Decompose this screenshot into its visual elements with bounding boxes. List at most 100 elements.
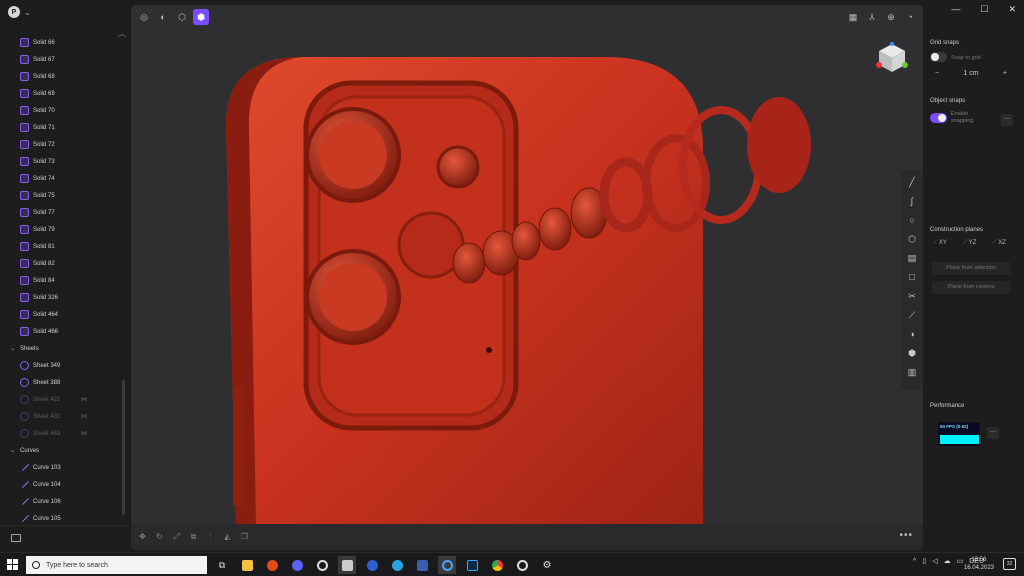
axes-icon[interactable]: ⅄ [864,9,880,25]
plane-xy[interactable]: XY [933,240,947,247]
solid-row[interactable]: Solid 75 [0,187,126,204]
sheet-row[interactable]: Sheet 349 [0,357,126,374]
discord-icon[interactable] [288,556,306,574]
sheets-group[interactable]: ⌄ Sheets [0,340,126,357]
avatar[interactable]: P [8,6,20,18]
solid-row[interactable]: Solid 466 [0,323,126,340]
network-icon[interactable]: ▭ [957,557,964,565]
cube-outline-icon[interactable]: ⬡ [174,9,190,25]
copy-icon[interactable]: ⧉ [187,530,200,543]
account-menu[interactable]: P ⌄ [8,6,31,18]
view-cube[interactable] [873,40,911,78]
grid-size-value[interactable]: 1 cm [963,70,978,77]
maximize-icon[interactable]: ☐ [980,4,988,15]
folder-icon[interactable] [11,534,21,542]
curves-group[interactable]: ⌄ Curves [0,442,126,459]
solid-row[interactable]: Solid 79 [0,221,126,238]
curve-row[interactable]: Curve 104 [0,476,126,493]
curve-tool-icon[interactable]: ∫ [904,193,920,209]
windows-start-icon[interactable] [7,559,18,570]
performance-options-button[interactable]: ... [987,427,999,439]
solid-row[interactable]: Solid 72 [0,136,126,153]
target-icon[interactable]: ◎ [136,9,152,25]
app-icon-4[interactable] [413,556,431,574]
clock[interactable]: 13:56 16.04.2023 [964,556,994,572]
solid-row[interactable]: Solid 82 [0,255,126,272]
solid-row[interactable]: Solid 326 [0,289,126,306]
app-icon-6[interactable] [513,556,531,574]
app-icon-2[interactable] [313,556,331,574]
increase-button[interactable]: + [1003,70,1007,77]
decrease-button[interactable]: − [935,70,939,77]
chevron-down-icon[interactable]: ⌄ [10,447,15,454]
cube-solid-icon[interactable]: ⬢ [193,9,209,25]
solid-row[interactable]: Solid 74 [0,170,126,187]
app-icon-3[interactable] [363,556,381,574]
solid-row[interactable]: Solid 71 [0,119,126,136]
volume-icon[interactable]: ◁ [932,557,937,565]
chevron-down-icon[interactable]: ⌄ [10,345,15,352]
telegram-icon[interactable] [388,556,406,574]
curve-row[interactable]: Curve 103 [0,459,126,476]
grid-size-stepper[interactable]: − 1 cm + [930,66,1012,80]
measure-icon[interactable]: ⟋ [904,307,920,323]
polygon-tool-icon[interactable]: ⬡ [904,231,920,247]
scale-icon[interactable]: ⤢ [170,530,183,543]
more-options-button[interactable]: ••• [899,530,913,541]
minimize-icon[interactable]: — [951,4,960,15]
database-tool-icon[interactable]: ▥ [904,364,920,380]
solid-row[interactable]: Solid 70 [0,102,126,119]
phone-model-render[interactable] [131,5,923,550]
move-icon[interactable]: ✥ [136,530,149,543]
taskbar-search[interactable]: Type here to search [26,556,207,574]
solid-row[interactable]: Solid 66 [0,34,126,51]
plane-yz[interactable]: YZ [963,240,977,247]
sheet-row[interactable]: Sheet 432 ⋈ [0,408,126,425]
sheet-row[interactable]: Sheet 388 [0,374,126,391]
rotate-icon[interactable]: ↻ [153,530,166,543]
solid-row[interactable]: Solid 77 [0,204,126,221]
solid-row[interactable]: Solid 69 [0,85,126,102]
snapping-options-button[interactable]: ... [1001,114,1013,126]
app-icon-5[interactable] [438,556,456,574]
solid-row[interactable]: Solid 67 [0,51,126,68]
curve-row[interactable]: Curve 106 [0,493,126,510]
plane-from-camera-button[interactable]: Plane from camera [932,281,1010,294]
cylinder-tool-icon[interactable]: ▤ [904,250,920,266]
plane-from-selection-button[interactable]: Plane from selection [932,262,1010,275]
chrome-icon[interactable] [488,556,506,574]
align-icon[interactable]: ⫶ [204,530,217,543]
tree-scrollbar[interactable] [122,380,125,515]
enable-snapping-toggle[interactable] [930,113,947,123]
task-view-icon[interactable]: ⧉ [213,556,231,574]
hidden-eye-icon[interactable]: ⋈ [81,396,87,403]
solid-row[interactable]: Solid 81 [0,238,126,255]
chevron-up-icon[interactable]: ^ [913,558,916,565]
plane-xz[interactable]: XZ [992,240,1006,247]
settings-icon[interactable]: ⚙ [538,556,556,574]
chevron-down-icon[interactable]: ⌄ [24,8,31,17]
camera-icon[interactable]: ◔ [902,9,918,25]
duplicate-icon[interactable]: ❐ [238,530,251,543]
file-explorer-icon[interactable] [238,556,256,574]
rectangle-tool-icon[interactable]: □ [904,269,920,285]
solid-row[interactable]: Solid 68 [0,68,126,85]
line-tool-icon[interactable]: ╱ [904,174,920,190]
sheet-row[interactable]: Sheet 463 ⋈ [0,425,126,442]
hidden-eye-icon[interactable]: ⋈ [81,413,87,420]
sphere-tool-icon[interactable]: ◑ [904,326,920,342]
3d-viewport[interactable]: ◎ ◐ ⬡ ⬢ ▦ ⅄ ⊕ ◔ ╱ ∫ ○ ⬡ ▤ □ ✂ ⟋ ◑ ⬢ ▥ ✥ … [131,5,923,550]
hidden-eye-icon[interactable]: ⋈ [81,430,87,437]
close-icon[interactable]: ✕ [1008,4,1016,15]
mouse-icon[interactable]: ▯ [922,557,926,565]
sphere-icon[interactable]: ◐ [155,9,171,25]
solid-row[interactable]: Solid 464 [0,306,126,323]
box-tool-icon[interactable]: ⬢ [904,345,920,361]
scissors-icon[interactable]: ✂ [904,288,920,304]
grid-icon[interactable]: ▦ [845,9,861,25]
sheet-row[interactable]: Sheet 421 ⋈ [0,391,126,408]
snap-to-grid-toggle[interactable] [930,52,947,62]
circle-tool-icon[interactable]: ○ [904,212,920,228]
globe-icon[interactable]: ⊕ [883,9,899,25]
plasticity-app-icon[interactable] [338,556,356,574]
